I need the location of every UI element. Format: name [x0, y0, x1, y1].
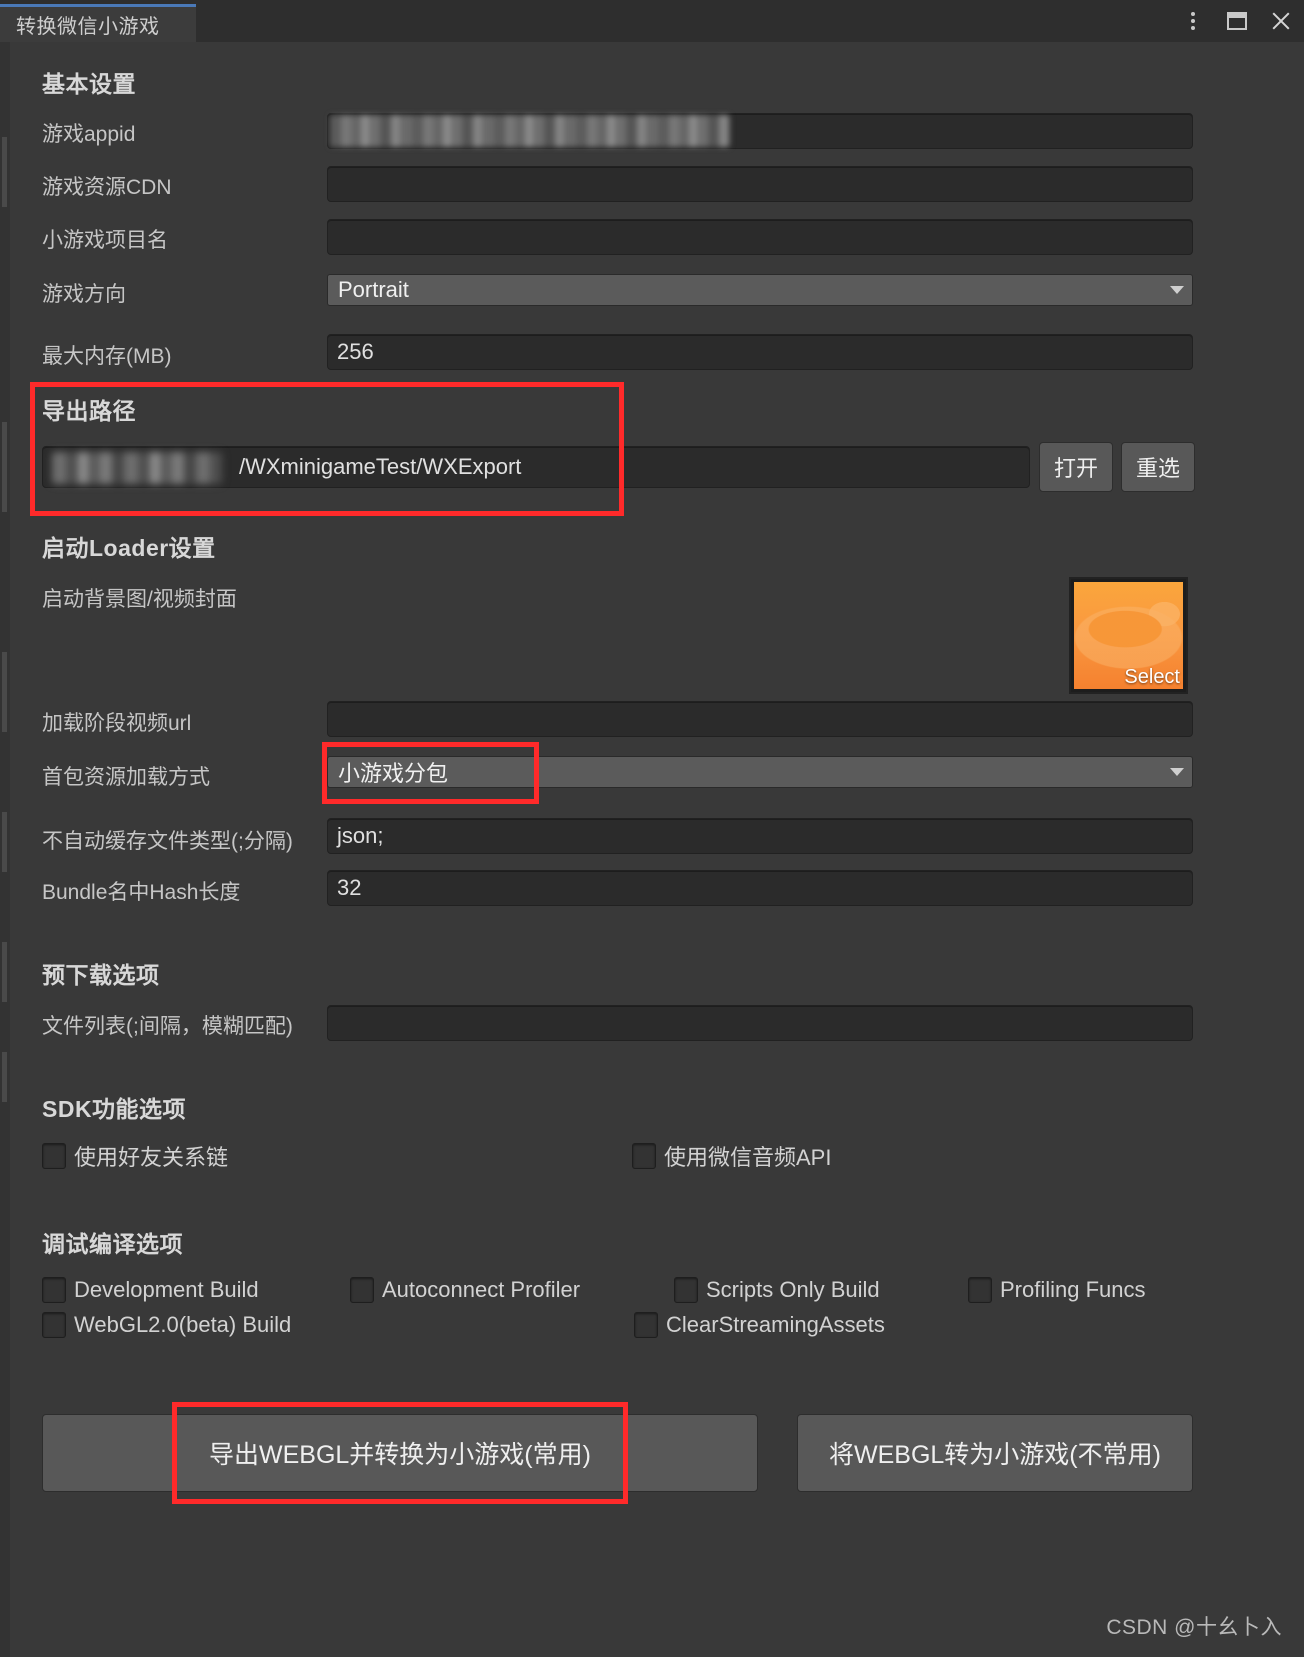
dropdown-orientation-value: Portrait: [338, 277, 409, 302]
checkbox-wechat-audio-api[interactable]: 使用微信音频API: [632, 1140, 831, 1172]
section-title-sdk: SDK功能选项: [42, 1096, 187, 1122]
label-no-cache-types: 不自动缓存文件类型(;分隔): [42, 830, 293, 853]
section-title-debug: 调试编译选项: [42, 1231, 183, 1257]
vertical-dots-icon[interactable]: [1180, 8, 1206, 34]
open-path-button-label: 打开: [1053, 456, 1098, 481]
chevron-down-icon: [1170, 286, 1184, 294]
convert-webgl-button[interactable]: 将WEBGL转为小游戏(不常用): [797, 1414, 1193, 1492]
input-bundle-hash-length-value: 32: [337, 875, 362, 900]
maximize-icon[interactable]: [1224, 8, 1250, 34]
label-loader-background: 启动背景图/视频封面: [42, 588, 237, 611]
window-tab-label: 转换微信小游戏: [16, 16, 160, 38]
input-project-name[interactable]: [327, 219, 1193, 255]
label-game-appid: 游戏appid: [42, 123, 136, 146]
checkbox-label: ClearStreamingAssets: [666, 1312, 885, 1337]
label-bundle-hash-length: Bundle名中Hash长度: [42, 881, 241, 904]
checkbox-box[interactable]: [42, 1143, 66, 1169]
input-no-cache-types-value: json;: [337, 823, 384, 848]
checkbox-box[interactable]: [632, 1143, 656, 1169]
redacted-export-path: [52, 452, 222, 484]
form-content: 基本设置 游戏appid 游戏资源CDN 小游戏项目名 游戏方向 Portrai…: [0, 42, 1304, 1657]
chevron-down-icon: [1170, 768, 1184, 776]
checkbox-label: Autoconnect Profiler: [382, 1277, 581, 1302]
reselect-path-button[interactable]: 重选: [1121, 442, 1195, 492]
title-bar: 转换微信小游戏: [0, 0, 1304, 42]
input-file-list[interactable]: [327, 1005, 1193, 1041]
checkbox-label: Scripts Only Build: [706, 1277, 880, 1302]
checkbox-autoconnect-profiler[interactable]: Autoconnect Profiler: [350, 1277, 580, 1303]
checkbox-label: WebGL2.0(beta) Build: [74, 1312, 292, 1337]
checkbox-box[interactable]: [350, 1277, 374, 1303]
checkbox-label: Development Build: [74, 1277, 259, 1302]
input-export-path-value: /WXminigameTest/WXExport: [239, 454, 522, 479]
checkbox-label: 使用微信音频API: [664, 1145, 832, 1170]
checkbox-label: Profiling Funcs: [1000, 1277, 1146, 1302]
checkbox-development-build[interactable]: Development Build: [42, 1277, 259, 1303]
redacted-game-appid: [330, 115, 730, 147]
label-orientation: 游戏方向: [42, 283, 126, 306]
checkbox-box[interactable]: [674, 1277, 698, 1303]
reselect-path-button-label: 重选: [1135, 456, 1180, 481]
checkbox-scripts-only-build[interactable]: Scripts Only Build: [674, 1277, 880, 1303]
input-loading-video-url[interactable]: [327, 701, 1193, 737]
section-title-basic: 基本设置: [42, 71, 136, 97]
label-file-list: 文件列表(;间隔，模糊匹配): [42, 1015, 293, 1038]
checkbox-clear-streaming-assets[interactable]: ClearStreamingAssets: [634, 1312, 885, 1338]
window-tab[interactable]: 转换微信小游戏: [0, 4, 196, 42]
input-max-memory-value: 256: [337, 339, 374, 364]
label-project-name: 小游戏项目名: [42, 229, 168, 252]
label-max-memory: 最大内存(MB): [42, 345, 172, 368]
open-path-button[interactable]: 打开: [1039, 442, 1113, 492]
section-title-predownload: 预下载选项: [42, 962, 160, 988]
label-first-pack-mode: 首包资源加载方式: [42, 766, 210, 789]
label-game-cdn: 游戏资源CDN: [42, 176, 172, 199]
checkbox-friend-relation-chain[interactable]: 使用好友关系链: [42, 1140, 228, 1172]
input-no-cache-types[interactable]: json;: [327, 818, 1193, 854]
dropdown-orientation[interactable]: Portrait: [327, 274, 1193, 306]
dropdown-first-pack-mode[interactable]: 小游戏分包: [327, 756, 1193, 788]
section-title-export-path: 导出路径: [42, 398, 136, 424]
dropdown-first-pack-mode-value: 小游戏分包: [338, 761, 449, 786]
close-icon[interactable]: [1268, 8, 1294, 34]
export-webgl-convert-button[interactable]: 导出WEBGL并转换为小游戏(常用): [42, 1414, 758, 1492]
thumbnail-select-label[interactable]: Select: [1118, 665, 1186, 692]
loader-background-thumbnail[interactable]: Select: [1069, 577, 1188, 694]
window-controls: [1180, 0, 1294, 42]
convert-webgl-button-label: 将WEBGL转为小游戏(不常用): [829, 1441, 1161, 1469]
export-webgl-convert-button-label: 导出WEBGL并转换为小游戏(常用): [209, 1441, 591, 1469]
checkbox-box[interactable]: [42, 1277, 66, 1303]
label-loading-video-url: 加载阶段视频url: [42, 712, 192, 735]
input-max-memory[interactable]: 256: [327, 334, 1193, 370]
wechat-minigame-converter-window: 转换微信小游戏 基本设置 游戏appid 游戏资源CDN 小游戏项目名 游戏方向…: [0, 0, 1304, 1657]
checkbox-profiling-funcs[interactable]: Profiling Funcs: [968, 1277, 1146, 1303]
checkbox-box[interactable]: [968, 1277, 992, 1303]
checkbox-box[interactable]: [634, 1312, 658, 1338]
watermark: CSDN @十幺卜入: [1106, 1616, 1282, 1639]
checkbox-box[interactable]: [42, 1312, 66, 1338]
input-game-cdn[interactable]: [327, 166, 1193, 202]
checkbox-webgl2-beta-build[interactable]: WebGL2.0(beta) Build: [42, 1312, 291, 1338]
checkbox-label: 使用好友关系链: [74, 1145, 229, 1170]
input-bundle-hash-length[interactable]: 32: [327, 870, 1193, 906]
section-title-loader: 启动Loader设置: [42, 535, 216, 561]
